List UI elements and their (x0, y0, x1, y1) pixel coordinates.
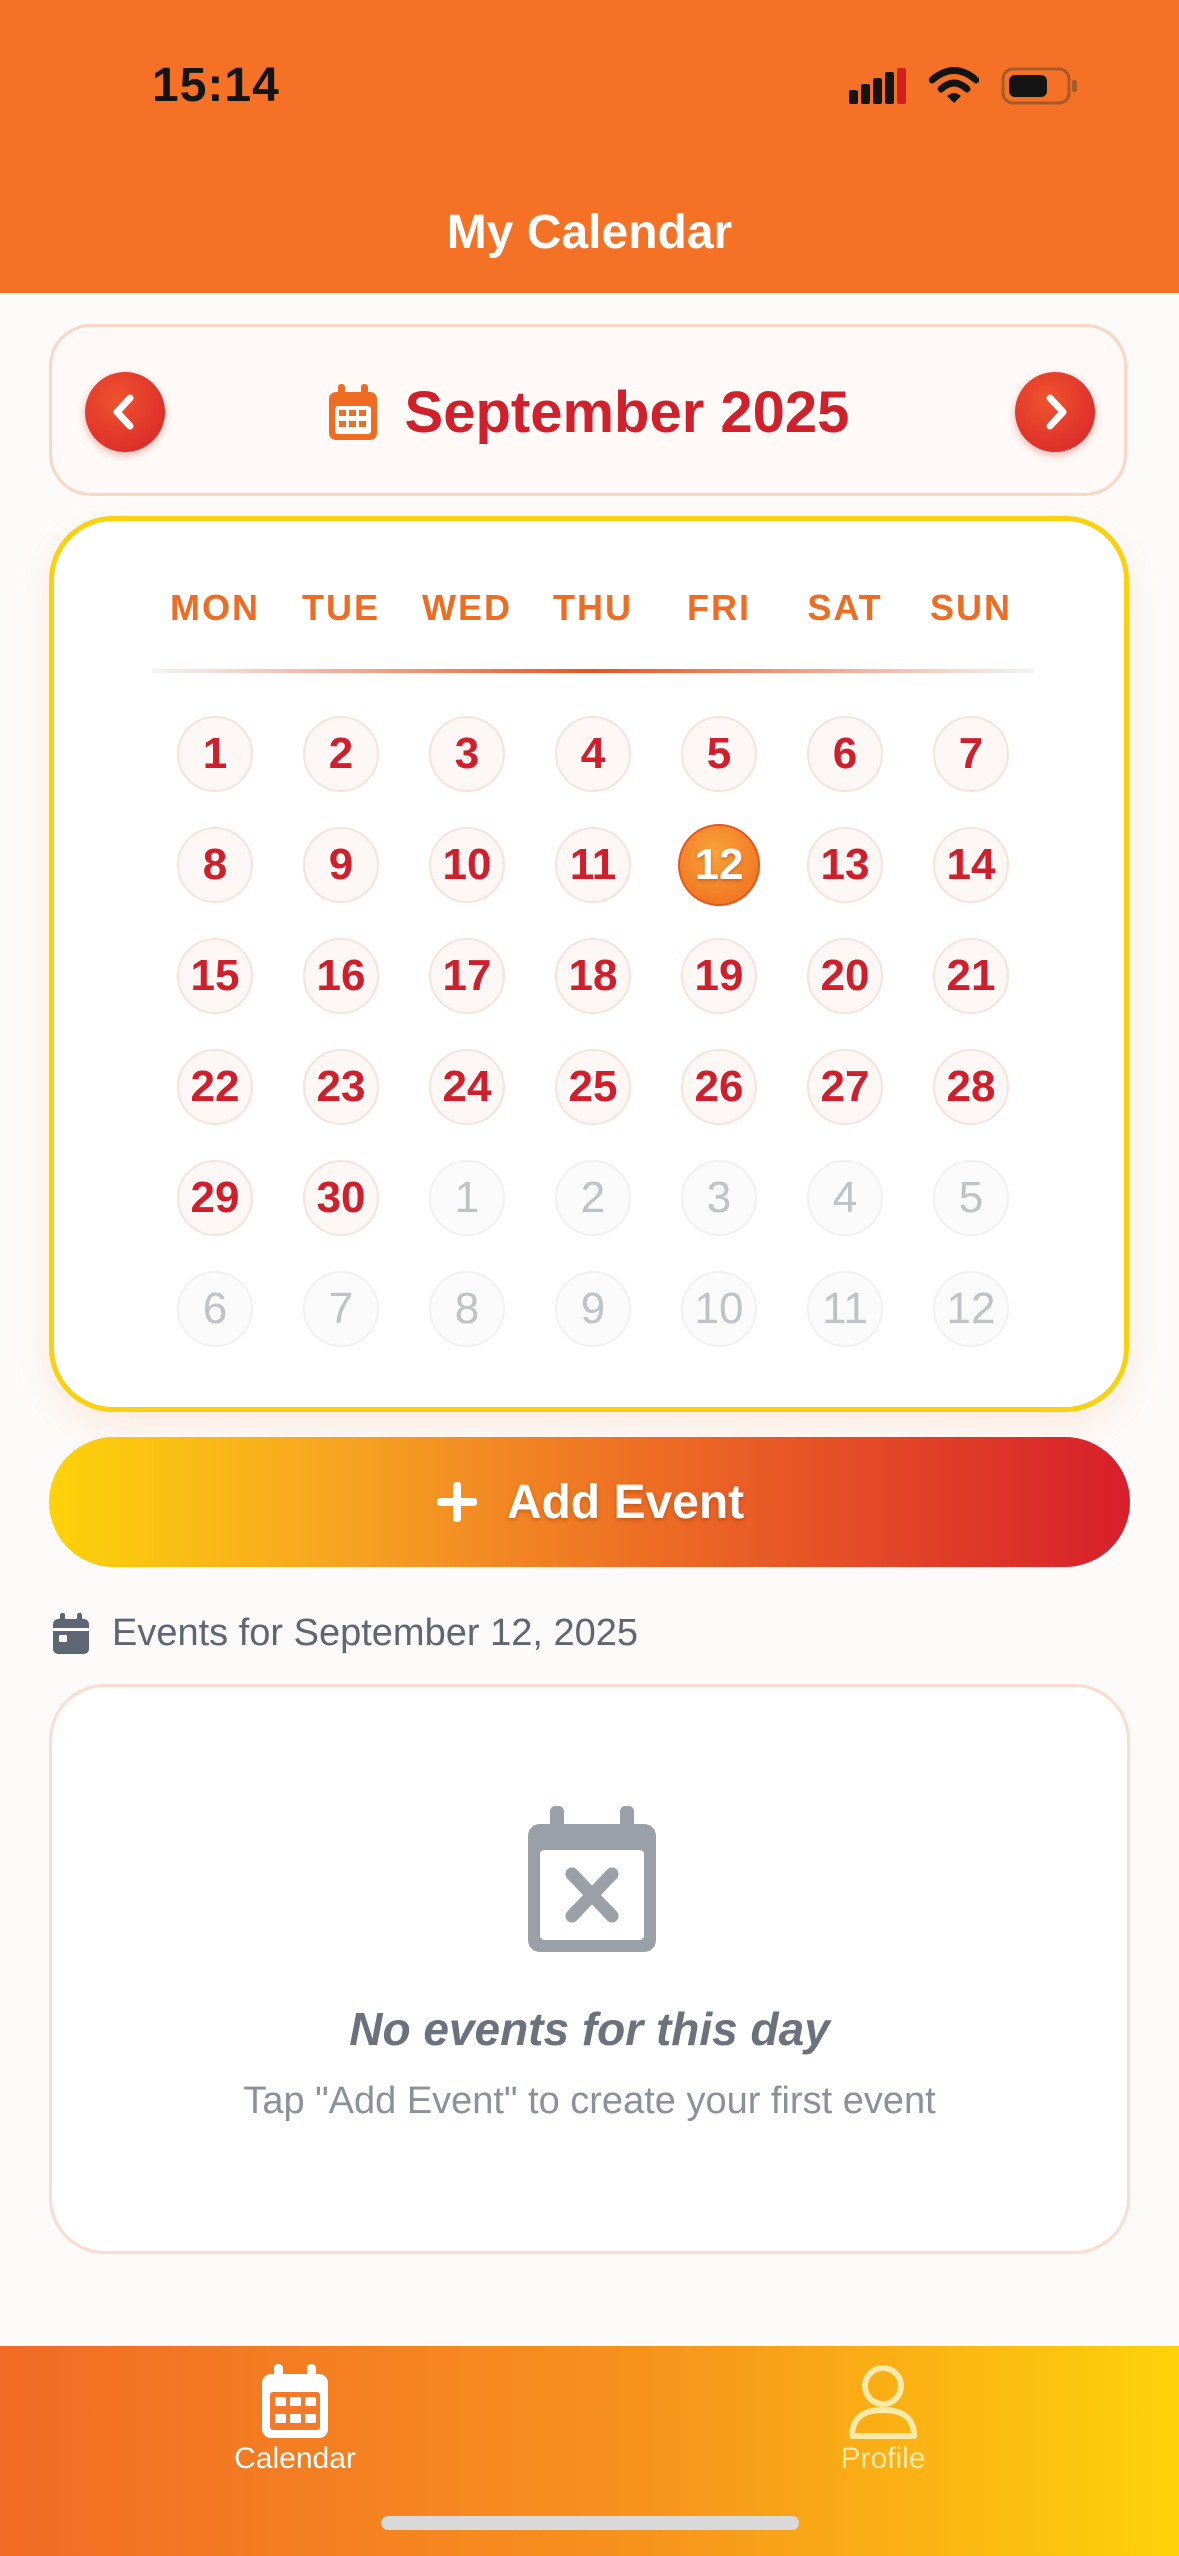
calendar-grid-card: MON TUE WED THU FRI SAT SUN 1 2 3 4 5 6 … (49, 516, 1129, 1412)
day-cell[interactable]: 1 (177, 716, 253, 792)
day-cell[interactable]: 11 (555, 827, 631, 903)
day-cell[interactable]: 14 (933, 827, 1009, 903)
other-month-day-cell[interactable]: 3 (681, 1160, 757, 1236)
empty-state-subtitle: Tap "Add Event" to create your first eve… (243, 2080, 936, 2122)
day-cell[interactable]: 25 (555, 1049, 631, 1125)
tab-calendar-label: Calendar (234, 2442, 356, 2475)
day-cell[interactable]: 6 (807, 716, 883, 792)
day-cell[interactable]: 8 (177, 827, 253, 903)
home-indicator (381, 2516, 799, 2530)
weekday-label: SUN (929, 587, 1012, 628)
next-month-button[interactable] (1015, 372, 1095, 452)
day-cell[interactable]: 3 (429, 716, 505, 792)
calendar-icon (328, 383, 377, 440)
other-month-day-cell[interactable]: 12 (933, 1271, 1009, 1347)
day-cell[interactable]: 29 (177, 1160, 253, 1236)
day-cell[interactable]: 20 (807, 938, 883, 1014)
plus-icon (436, 1482, 477, 1522)
calendar-x-icon (528, 1806, 656, 1952)
day-cell[interactable]: 27 (807, 1049, 883, 1125)
status-icons (849, 66, 1079, 106)
other-month-day-cell[interactable]: 9 (555, 1271, 631, 1347)
day-cell[interactable]: 15 (177, 938, 253, 1014)
weekday-header: MON TUE WED THU FRI SAT SUN (152, 587, 1034, 629)
person-icon (849, 2365, 917, 2439)
day-cell[interactable]: 21 (933, 938, 1009, 1014)
month-label-group: September 2025 (52, 379, 1124, 446)
day-cell[interactable]: 19 (681, 938, 757, 1014)
day-cell[interactable]: 5 (681, 716, 757, 792)
day-cell[interactable]: 18 (555, 938, 631, 1014)
weekday-label: WED (422, 587, 512, 628)
cellular-signal-icon (849, 68, 906, 104)
events-heading-text: Events for September 12, 2025 (112, 1612, 638, 1654)
tab-profile[interactable]: Profile (783, 2364, 983, 2476)
add-event-button[interactable]: Add Event (49, 1437, 1130, 1567)
page-title: My Calendar (446, 206, 733, 259)
other-month-day-cell[interactable]: 6 (177, 1271, 253, 1347)
day-cell[interactable]: 2 (303, 716, 379, 792)
day-cell[interactable]: 16 (303, 938, 379, 1014)
other-month-day-cell[interactable]: 5 (933, 1160, 1009, 1236)
other-month-day-cell[interactable]: 1 (429, 1160, 505, 1236)
day-cell[interactable]: 22 (177, 1049, 253, 1125)
tab-profile-label: Profile (840, 2442, 926, 2475)
day-cell[interactable]: 9 (303, 827, 379, 903)
other-month-day-cell[interactable]: 2 (555, 1160, 631, 1236)
weekday-label: TUE (302, 587, 380, 628)
app-header: 15:14 My Calendar (0, 0, 1179, 293)
events-heading: Events for September 12, 2025 (52, 1612, 638, 1655)
day-cell[interactable]: 7 (933, 716, 1009, 792)
day-grid: 1 2 3 4 5 6 7 8 9 10 11 12 13 14 15 16 1… (152, 716, 1034, 1382)
other-month-day-cell[interactable]: 4 (807, 1160, 883, 1236)
other-month-day-cell[interactable]: 10 (681, 1271, 757, 1347)
wifi-icon (929, 67, 979, 103)
calendar-small-icon (53, 1612, 89, 1654)
add-event-label: Add Event (506, 1475, 745, 1529)
other-month-day-cell[interactable]: 7 (303, 1271, 379, 1347)
other-month-day-cell[interactable]: 11 (807, 1271, 883, 1347)
chevron-right-icon (1046, 394, 1067, 430)
events-list-card: No events for this day Tap "Add Event" t… (49, 1684, 1130, 2254)
day-cell[interactable]: 24 (429, 1049, 505, 1125)
tab-calendar[interactable]: Calendar (195, 2364, 395, 2476)
month-navigator: September 2025 (49, 324, 1127, 496)
month-label: September 2025 (404, 380, 850, 445)
day-cell[interactable]: 10 (429, 827, 505, 903)
day-cell[interactable]: 28 (933, 1049, 1009, 1125)
other-month-day-cell[interactable]: 8 (429, 1271, 505, 1347)
day-cell[interactable]: 23 (303, 1049, 379, 1125)
weekday-label: MON (170, 587, 260, 628)
day-cell[interactable]: 17 (429, 938, 505, 1014)
day-cell[interactable]: 4 (555, 716, 631, 792)
selected-day-cell[interactable]: 12 (678, 824, 760, 906)
weekday-label: THU (553, 587, 633, 628)
weekday-label: SAT (807, 587, 883, 628)
calendar-tab-icon (262, 2364, 328, 2438)
status-time: 15:14 (152, 59, 280, 112)
empty-state-title: No events for this day (349, 2003, 830, 2055)
day-cell[interactable]: 13 (807, 827, 883, 903)
weekday-divider (152, 669, 1034, 673)
weekday-label: FRI (687, 587, 751, 628)
day-cell[interactable]: 30 (303, 1160, 379, 1236)
battery-icon (1001, 67, 1077, 105)
day-cell[interactable]: 26 (681, 1049, 757, 1125)
